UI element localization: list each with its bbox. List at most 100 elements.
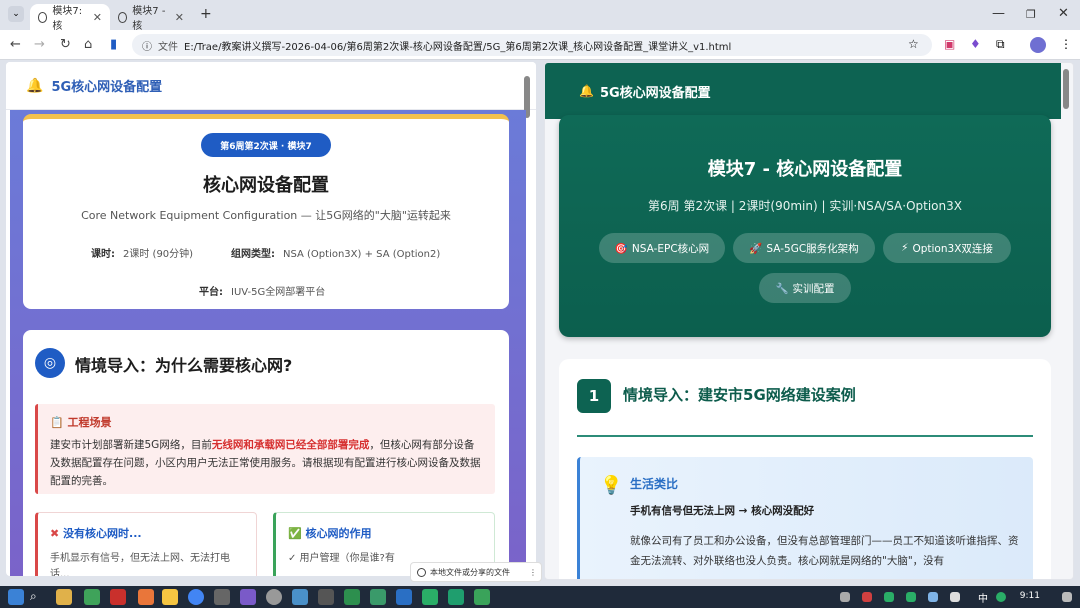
app-icon-16[interactable] [448,589,464,605]
analogy-callout: 💡 生活类比 手机有信号但无法上网 → 核心网没配好 就像公司有了员工和办公设备… [577,457,1033,579]
forward-icon[interactable]: → [34,37,45,52]
tray-icon-5[interactable] [928,592,938,602]
globe-icon [38,11,48,23]
app-icon-11[interactable] [318,589,334,605]
app-icon-2[interactable] [84,589,100,605]
card-heading: ✅ 核心网的作用 [288,525,482,541]
url-field[interactable]: ⓘ 文件 E:/Trae/教案讲义撰写-2026-04-06/第6周第2次课-核… [132,34,932,56]
card-without-core: ✖ 没有核心网时... 手机显示有信号，但无法上网、无法打电话... [35,512,257,576]
target-icon: 🎯 [614,242,628,255]
app-icon-12[interactable] [344,589,360,605]
wechat-icon[interactable] [422,589,438,605]
reload-icon[interactable]: ↻ [60,37,71,52]
target-icon: ◎ [35,348,65,378]
wrench-icon: 🔧 [775,282,789,295]
extension-icon-1[interactable]: ▣ [944,37,955,51]
tray-icon-6[interactable] [950,592,960,602]
tray-icon-7[interactable] [996,592,1006,602]
browser-tab-1[interactable]: 模块7: 核 ✕ [30,4,110,32]
tray-icon-1[interactable] [840,592,850,602]
menu-icon[interactable]: ⋮ [1060,37,1072,51]
windows-start-icon[interactable] [8,589,24,605]
input-method-indicator[interactable]: 中 [978,590,988,605]
hero-title: 核心网设备配置 [203,175,329,196]
bell-icon: 🔔 [579,84,594,98]
url-chip: 文件 [158,41,178,53]
minimize-icon[interactable]: — [992,6,1005,21]
card-heading-text: 没有核心网时... [63,527,142,540]
taskbar-clock[interactable]: 9:11 [1020,591,1040,601]
file-toast[interactable]: 本地文件或分享的文件 ⋮ [410,562,542,582]
close-window-icon[interactable]: ✕ [1058,6,1069,21]
left-document-pane: 🔔 5G核心网设备配置 第6周第2次课 · 模块7 核心网设备配置 Core N… [6,62,536,576]
globe-icon [118,11,128,23]
left-header: 🔔 5G核心网设备配置 [6,62,536,110]
scene-callout: 📋 工程场景 建安市计划部署新建5G网络，目前无线网和承载网已经全部部署完成，但… [35,404,495,494]
rocket-icon: 🚀 [749,242,763,255]
app-icon-13[interactable] [370,589,386,605]
app-icon-files[interactable] [56,589,72,605]
url-text: E:/Trae/教案讲义撰写-2026-04-06/第6周第2次课-核心网设备配… [184,41,732,53]
section-divider [577,435,1033,437]
right-hero-card: 模块7 - 核心网设备配置 第6周 第2次课 | 2课时(90min) | 实训… [559,115,1051,337]
meta-platform: 平台: IUV-5G全网部署平台 [199,283,325,298]
meta-value: NSA (Option3X) + SA (Option2) [283,249,441,260]
app-icon-5[interactable] [162,589,178,605]
avatar[interactable] [1030,37,1046,53]
card-heading-text: 核心网的作用 [305,527,372,540]
chrome-icon[interactable] [188,589,204,605]
tab-label: 模块7: 核 [52,6,83,32]
back-icon[interactable]: ← [10,37,21,52]
right-intro-section: 1 情境导入：建安市5G网络建设案例 💡 生活类比 手机有信号但无法上网 → 核… [559,359,1051,579]
notification-icon[interactable] [1062,592,1072,602]
tray-icon-2[interactable] [862,592,872,602]
scene-text-before: 建安市计划部署新建5G网络，目前 [50,439,212,451]
analogy-heading: 生活类比 [630,477,679,491]
app-icon-7[interactable] [214,589,230,605]
right-header-title: 5G核心网设备配置 [599,85,711,101]
address-bar: ← → ↻ ⌂ ▮ ⓘ 文件 E:/Trae/教案讲义撰写-2026-04-06… [0,30,1080,60]
extension-icon-2[interactable]: ♦ [970,37,981,51]
analogy-text: 就像公司有了员工和办公设备，但没有总部管理部门——员工不知道该听谁指挥、资金无法… [630,535,1019,567]
right-header: 🔔 5G核心网设备配置 [545,63,1061,119]
app-icon-17[interactable] [474,589,490,605]
restore-icon[interactable]: ❐ [1026,8,1036,21]
tray-icon-3[interactable] [884,592,894,602]
new-tab-button[interactable]: + [200,6,212,22]
more-icon[interactable]: ⋮ [529,568,537,577]
right-hero-subtitle: 第6周 第2次课 | 2课时(90min) | 实训·NSA/SA·Option… [648,199,962,213]
right-scrollbar[interactable] [1063,69,1069,109]
tab-search-icon[interactable]: ⌄ [8,6,24,22]
app-icon-14[interactable] [396,589,412,605]
star-icon[interactable]: ☆ [908,37,919,51]
search-icon[interactable]: ⌕ [30,589,46,605]
scene-heading: 📋 工程场景 [50,416,112,429]
scene-heading-text: 工程场景 [67,416,112,429]
extensions-icon[interactable]: ⧉ [996,37,1005,52]
info-icon: ⓘ [142,41,152,53]
sidebar-icon[interactable]: ▮ [110,37,117,52]
scene-text-highlight: 无线网和承载网已经全部部署完成 [211,439,370,451]
app-icon-10[interactable] [292,589,308,605]
app-icon-8[interactable] [240,589,256,605]
globe-icon [417,567,426,577]
pill-nsa-epc: 🎯 NSA-EPC核心网 [599,233,725,263]
app-icon-wps[interactable] [110,589,126,605]
close-tab-icon[interactable]: ✕ [175,11,184,24]
meta-hours: 课时: 2课时 (90分钟) [91,245,193,260]
home-icon[interactable]: ⌂ [84,37,92,52]
scene-text: 建安市计划部署新建5G网络，目前无线网和承载网已经全部部署完成，但核心网有部分设… [50,436,483,490]
pill-label: SA-5GC服务化架构 [766,242,859,255]
meta-value: 2课时 (90分钟) [123,249,194,260]
section-title: 情境导入：建安市5G网络建设案例 [623,386,856,404]
app-icon-4[interactable] [138,589,154,605]
tray-icon-4[interactable] [906,592,916,602]
pill-label: Option3X双连接 [912,242,993,255]
close-tab-icon[interactable]: ✕ [93,11,102,24]
tab-bar: ⌄ 模块7: 核 ✕ 模块7 - 核 ✕ + — ❐ ✕ [0,0,1080,32]
browser-tab-2[interactable]: 模块7 - 核 ✕ [110,4,192,32]
meta-label: 组网类型: [231,249,275,260]
app-icon-9[interactable] [266,589,282,605]
meta-value: IUV-5G全网部署平台 [231,287,326,298]
pill-label: NSA-EPC核心网 [631,242,710,255]
